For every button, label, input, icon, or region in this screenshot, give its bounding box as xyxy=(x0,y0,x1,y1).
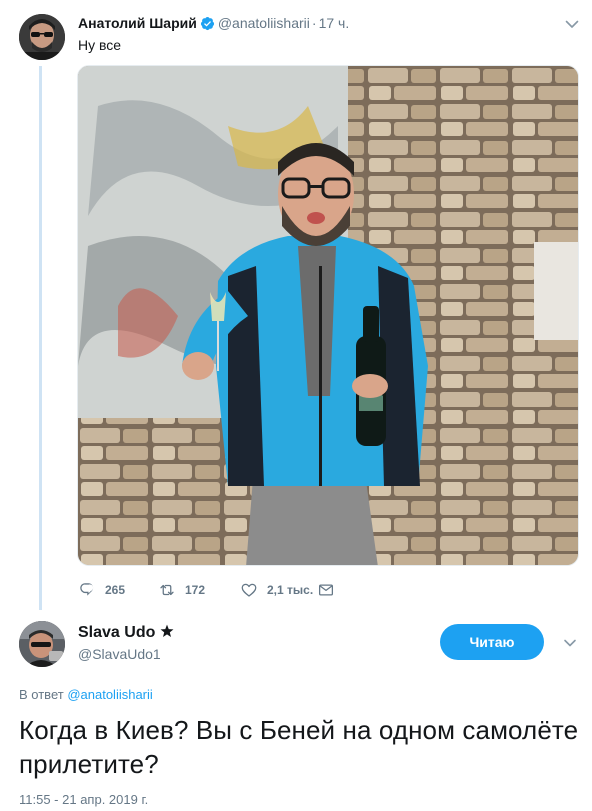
retweet-icon xyxy=(160,584,174,596)
retweet-count: 172 xyxy=(185,583,206,597)
reply-timestamp[interactable]: 11:55 - 21 апр. 2019 г. xyxy=(19,791,148,809)
heart-icon xyxy=(241,583,257,597)
reply-author-handle[interactable]: @SlavaUdo1 xyxy=(78,645,161,663)
author-name[interactable]: Анатолий Шарий xyxy=(78,15,197,31)
reply-author-name[interactable]: Slava Udo xyxy=(78,624,155,641)
reply-text: Когда в Киев? Вы с Беней на одном самолё… xyxy=(19,715,579,779)
tweet-text: Ну все xyxy=(78,37,122,53)
like-button[interactable]: 2,1 тыс. xyxy=(240,581,317,599)
tweet-actions: 265 172 2,1 тыс. xyxy=(78,580,344,600)
star-icon xyxy=(160,624,174,637)
author-handle[interactable]: @anatoliisharii xyxy=(218,15,310,31)
in-reply-handle-link[interactable]: @anatoliisharii xyxy=(67,687,152,702)
reply-button[interactable]: 265 xyxy=(78,581,158,599)
chevron-down-icon[interactable] xyxy=(563,636,577,650)
chevron-down-icon[interactable] xyxy=(564,16,580,32)
in-reply-prefix: В ответ xyxy=(19,687,64,702)
retweet-button[interactable]: 172 xyxy=(158,581,240,599)
like-count: 2,1 тыс. xyxy=(267,583,314,597)
reply-author-avatar[interactable] xyxy=(19,621,65,667)
reply-icon xyxy=(80,583,94,596)
reply-count: 265 xyxy=(105,583,126,597)
verified-badge-icon xyxy=(200,16,214,31)
thread-line xyxy=(39,66,42,612)
separator-dot: · xyxy=(311,15,317,31)
author-avatar[interactable] xyxy=(19,14,65,60)
following-button[interactable]: Читаю xyxy=(440,624,544,660)
tweet-header: Анатолий Шарий @anatoliisharii · 17 ч. xyxy=(78,13,349,33)
reply-author-name-row: Slava Udo xyxy=(78,623,175,643)
tweet-time[interactable]: 17 ч. xyxy=(319,15,350,31)
message-button[interactable] xyxy=(317,581,344,599)
tweet-photo[interactable] xyxy=(77,65,579,566)
parent-tweet[interactable]: Анатолий Шарий @anatoliisharii · 17 ч. Ну в… xyxy=(0,0,592,612)
envelope-icon xyxy=(318,584,334,596)
in-reply-to: В ответ @anatoliisharii xyxy=(19,686,153,704)
reply-tweet[interactable]: Slava Udo @SlavaUdo1 Читаю В ответ @anat… xyxy=(0,610,592,811)
